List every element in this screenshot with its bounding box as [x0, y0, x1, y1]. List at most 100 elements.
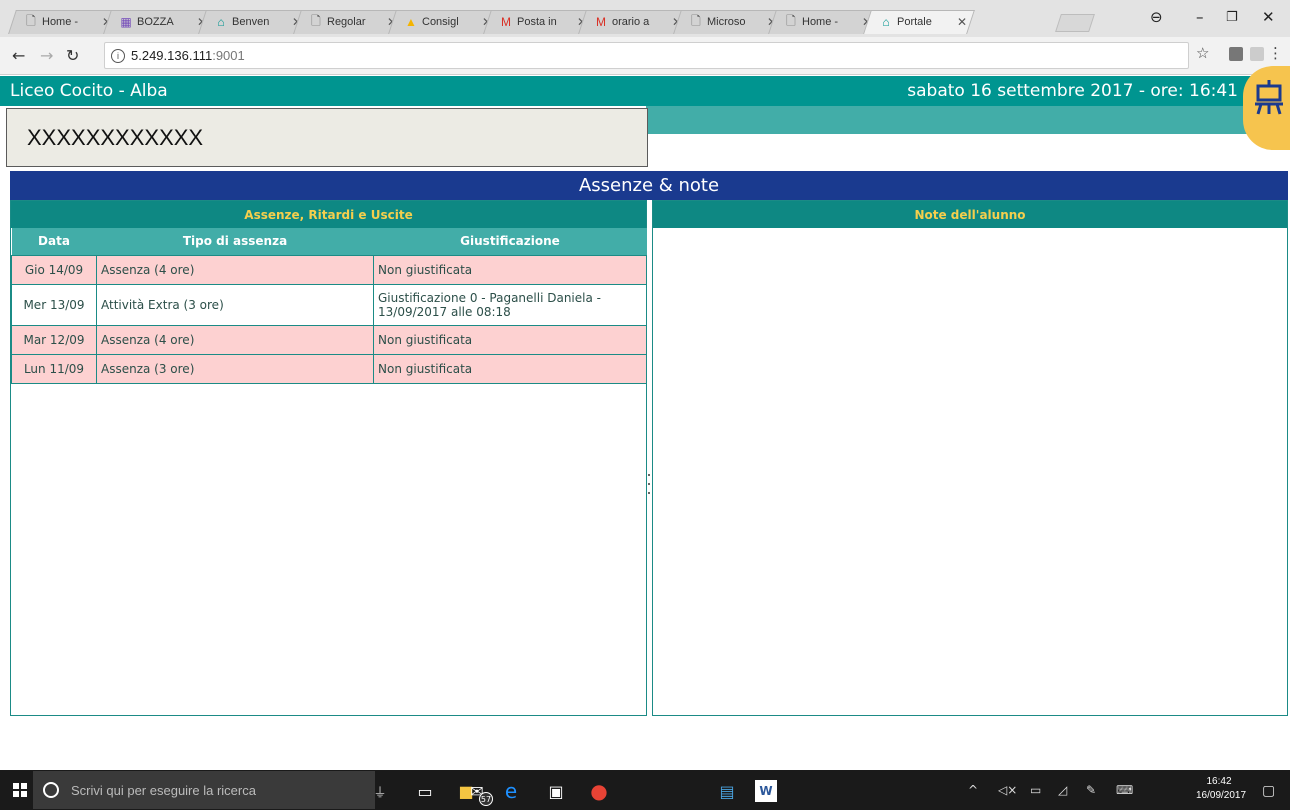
easel-icon: ⌂ [217, 15, 225, 29]
address-host: 5.249.136.111 [131, 48, 213, 63]
browser-tab-label: Consigl [422, 16, 459, 28]
row-date: Lun 11/09 [11, 353, 97, 384]
chrome-icon[interactable]: ● [588, 779, 610, 803]
windows-start-icon[interactable] [13, 783, 27, 797]
row-justification: Non giustificata [373, 353, 647, 384]
taskbar-search-box[interactable]: Scrivi qui per eseguire la ricerca [33, 771, 375, 809]
browser-tabstrip: 🗋Home -✕▦BOZZA✕⌂Benven✕🗋Regolar✕▲Consigl… [0, 0, 1290, 37]
browser-tab-label: Posta in [517, 16, 557, 28]
restore-button[interactable]: ❐ [1226, 10, 1238, 25]
browser-tab[interactable]: Morario a✕ [582, 10, 686, 34]
address-bar[interactable]: i 5.249.136.111:9001 [104, 42, 1189, 69]
new-tab-button[interactable] [1055, 14, 1095, 32]
back-arrow-icon[interactable]: ← [12, 46, 25, 65]
browser-tab[interactable]: ▲Consigl✕ [392, 10, 496, 34]
table-row[interactable]: Gio 14/09 Assenza (4 ore) Non giustifica… [11, 254, 647, 285]
cortana-icon [43, 782, 59, 798]
school-name: Liceo Cocito - Alba [10, 81, 168, 101]
row-justification: Non giustificata [373, 254, 647, 285]
task-view-icon[interactable]: ▭ [414, 780, 436, 802]
row-date: Mer 13/09 [11, 283, 97, 326]
browser-tab-label: Home - [802, 16, 839, 28]
close-window-button[interactable]: ✕ [1262, 8, 1275, 26]
notes-panel: Note dell'alunno [652, 200, 1288, 716]
wifi-icon[interactable]: ◿ [1058, 783, 1067, 797]
minimize-button[interactable]: – [1196, 8, 1204, 26]
gmail-icon: M [596, 15, 606, 29]
absences-panel: Assenze, Ritardi e Uscite Data Tipo di a… [10, 200, 647, 716]
battery-icon[interactable]: ▭ [1030, 783, 1041, 797]
gmail-icon: M [501, 15, 511, 29]
taskbar-search-placeholder: Scrivi qui per eseguire la ricerca [71, 782, 256, 798]
table-row[interactable]: Mer 13/09 Attività Extra (3 ore) Giustif… [11, 283, 647, 326]
row-justification: Non giustificata [373, 324, 647, 355]
address-port: :9001 [212, 48, 245, 63]
table-row[interactable]: Lun 11/09 Assenza (3 ore) Non giustifica… [11, 353, 647, 384]
close-tab-icon[interactable]: ✕ [957, 15, 967, 29]
notes-panel-title: Note dell'alunno [653, 201, 1287, 228]
absences-table: Data Tipo di assenza Giustificazione Gio… [11, 228, 647, 384]
browser-tab[interactable]: 🗋Home -✕ [772, 10, 876, 34]
extension-icon[interactable] [1229, 47, 1243, 61]
browser-toolbar: ← → ↻ i 5.249.136.111:9001 [0, 37, 1290, 75]
browser-tab-label: Regolar [327, 16, 366, 28]
notifications-icon[interactable]: ▢ [1262, 783, 1275, 799]
browser-tab[interactable]: ⌂ Portale ✕ [867, 10, 971, 34]
section-title: Assenze & note [10, 171, 1288, 200]
pen-icon[interactable]: ✎ [1086, 783, 1096, 797]
site-info-icon[interactable]: i [111, 48, 125, 63]
row-type: Assenza (4 ore) [96, 254, 374, 285]
row-type: Assenza (3 ore) [96, 353, 374, 384]
browser-tab-label: Home - [42, 16, 79, 28]
browser-tab[interactable]: 🗋Home -✕ [12, 10, 116, 34]
row-date: Mar 12/09 [11, 324, 97, 355]
row-type: Attività Extra (3 ore) [96, 283, 374, 326]
store-icon[interactable]: ▣ [545, 780, 567, 802]
browser-tab-label: BOZZA [137, 16, 174, 28]
header-datetime: sabato 16 settembre 2017 - ore: 16:41 [907, 81, 1238, 101]
taskbar-clock[interactable]: 16:42 16/09/2017 [1196, 775, 1247, 803]
absences-panel-title: Assenze, Ritardi e Uscite [11, 201, 646, 228]
mail-badge: 57 [479, 792, 493, 806]
browser-tab-label: Microso [707, 16, 746, 28]
keyboard-icon[interactable]: ⌨ [1116, 783, 1133, 797]
clock-time: 16:42 [1206, 776, 1232, 787]
browser-tab[interactable]: MPosta in✕ [487, 10, 591, 34]
panel-resize-handle[interactable] [647, 474, 651, 494]
row-date: Gio 14/09 [11, 254, 97, 285]
easel-icon: ⌂ [882, 15, 890, 29]
column-header-justification: Giustificazione [373, 228, 647, 255]
browser-tab[interactable]: ⌂Benven✕ [202, 10, 306, 34]
page-icon: 🗋 [26, 13, 36, 28]
table-row[interactable]: Mar 12/09 Assenza (4 ore) Non giustifica… [11, 324, 647, 355]
browser-tab[interactable]: 🗋Microso✕ [677, 10, 781, 34]
outlook-icon[interactable]: ▤ [716, 780, 738, 802]
reload-icon[interactable]: ↻ [66, 46, 79, 65]
forward-arrow-icon[interactable]: → [40, 46, 53, 65]
row-type: Assenza (4 ore) [96, 324, 374, 355]
header-subbar [646, 106, 1290, 134]
column-header-type: Tipo di assenza [96, 228, 374, 255]
clock-date: 16/09/2017 [1196, 790, 1247, 801]
browser-tab-label: Benven [232, 16, 270, 28]
profile-icon[interactable]: ⊖ [1150, 8, 1163, 26]
edge-icon[interactable]: e [500, 779, 522, 803]
page-icon: 🗋 [311, 13, 321, 28]
show-hidden-icons-chevron-icon[interactable]: ^ [968, 783, 978, 797]
student-name-box: XXXXXXXXXXXX [6, 108, 648, 167]
bookmark-star-icon[interactable]: ☆ [1196, 44, 1209, 62]
menu-kebab-icon[interactable]: ⋮ [1268, 44, 1283, 62]
browser-tab-label: Portale [897, 16, 932, 28]
row-justification: Giustificazione 0 - Paganelli Daniela - … [373, 283, 647, 326]
drive-icon: ▲ [405, 15, 417, 29]
microphone-icon[interactable]: ⏚ [369, 780, 391, 802]
browser-tab[interactable]: 🗋Regolar✕ [297, 10, 401, 34]
browser-tab-label: orario a [612, 16, 650, 28]
pdf-extension-icon[interactable] [1250, 47, 1264, 61]
volume-muted-icon[interactable]: ◁× [998, 783, 1017, 797]
easel-logo-icon[interactable] [1243, 66, 1290, 150]
word-icon[interactable]: W [755, 780, 777, 802]
column-header-date: Data [11, 228, 97, 255]
sheets-icon: ▦ [120, 15, 132, 29]
browser-tab[interactable]: ▦BOZZA✕ [107, 10, 211, 34]
